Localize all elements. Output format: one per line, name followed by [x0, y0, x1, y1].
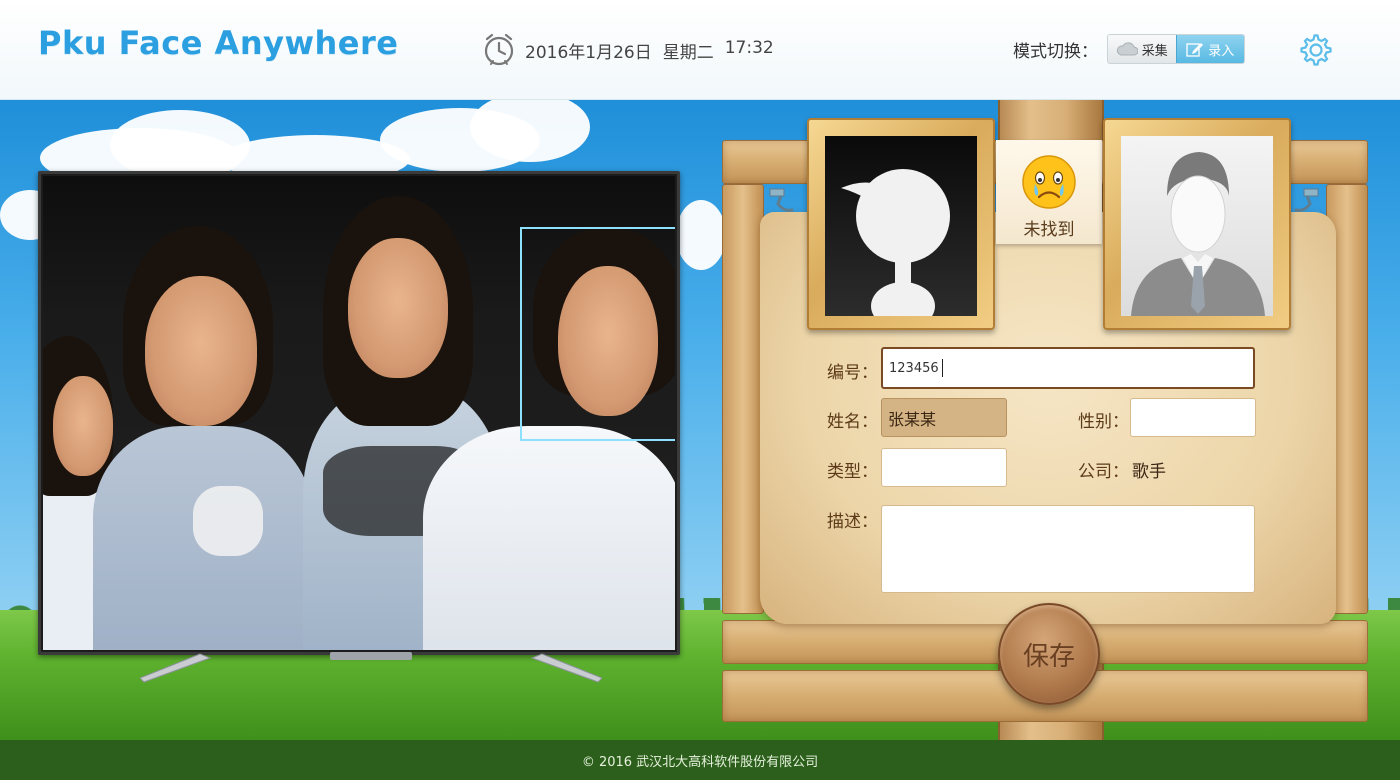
gender-label: 性别： — [1078, 412, 1129, 432]
person-figure — [83, 216, 313, 650]
name-input[interactable]: 张某某 — [881, 398, 1007, 437]
camera-preview-screen — [43, 176, 675, 650]
type-label: 类型： — [827, 462, 878, 482]
gender-input[interactable] — [1130, 398, 1256, 437]
camera-preview-tv — [38, 171, 680, 655]
company-label: 公司： — [1078, 462, 1129, 482]
date-text: 2016年1月26日 — [525, 43, 652, 63]
edit-icon — [1186, 43, 1204, 57]
mode-collect-label: 采集 — [1141, 43, 1168, 59]
cloud-decoration — [676, 200, 726, 270]
suit-silhouette-icon — [1131, 152, 1265, 316]
text-caret — [941, 359, 943, 377]
description-textarea[interactable] — [881, 505, 1255, 593]
not-found-label: 未找到 — [1023, 220, 1075, 240]
hook-icon — [769, 188, 794, 212]
clock-icon — [484, 33, 514, 66]
mode-toggle: 采集 录入 — [1107, 34, 1245, 64]
app-header: Pku Face Anywhere 2016年1月26日 星期二 17:32 模… — [0, 0, 1400, 100]
description-label: 描述： — [827, 512, 878, 532]
save-button[interactable]: 保存 — [998, 603, 1100, 705]
footer: © 2016 武汉北大高科软件股份有限公司 — [0, 740, 1400, 780]
tv-stand — [140, 652, 602, 683]
type-input[interactable] — [881, 448, 1007, 487]
id-label: 编号： — [827, 363, 878, 383]
detected-face-box — [520, 227, 675, 441]
name-label: 姓名： — [827, 412, 878, 432]
mode-entry-label: 录入 — [1208, 43, 1235, 59]
datetime-display: 2016年1月26日 星期二 17:32 — [525, 38, 774, 63]
captured-photo-frame — [807, 118, 995, 330]
weekday-text: 星期二 — [662, 43, 714, 63]
app-title: Pku Face Anywhere — [38, 24, 399, 62]
time-text: 17:32 — [724, 38, 774, 58]
copyright-text: © 2016 武汉北大高科软件股份有限公司 — [581, 754, 819, 770]
cloud-icon — [1116, 42, 1138, 56]
hook-icon — [1294, 188, 1319, 212]
mode-entry-button[interactable]: 录入 — [1175, 35, 1244, 63]
name-input-value: 张某某 — [888, 409, 937, 429]
company-value: 歌手 — [1132, 462, 1166, 482]
id-input-value: 123456 — [889, 360, 939, 376]
match-status-card: 未找到 — [996, 140, 1102, 244]
default-avatar-icon — [841, 169, 950, 316]
wood-plank — [722, 184, 764, 614]
cloud-decoration — [470, 92, 590, 162]
matched-photo-frame — [1103, 118, 1291, 330]
id-input[interactable]: 123456 — [881, 347, 1255, 389]
mode-collect-button[interactable]: 采集 — [1108, 35, 1176, 63]
crying-smiley-icon — [1022, 155, 1076, 209]
gear-icon[interactable] — [1299, 33, 1333, 67]
mode-switch-label: 模式切换： — [1013, 42, 1098, 62]
save-button-label: 保存 — [1022, 641, 1075, 672]
